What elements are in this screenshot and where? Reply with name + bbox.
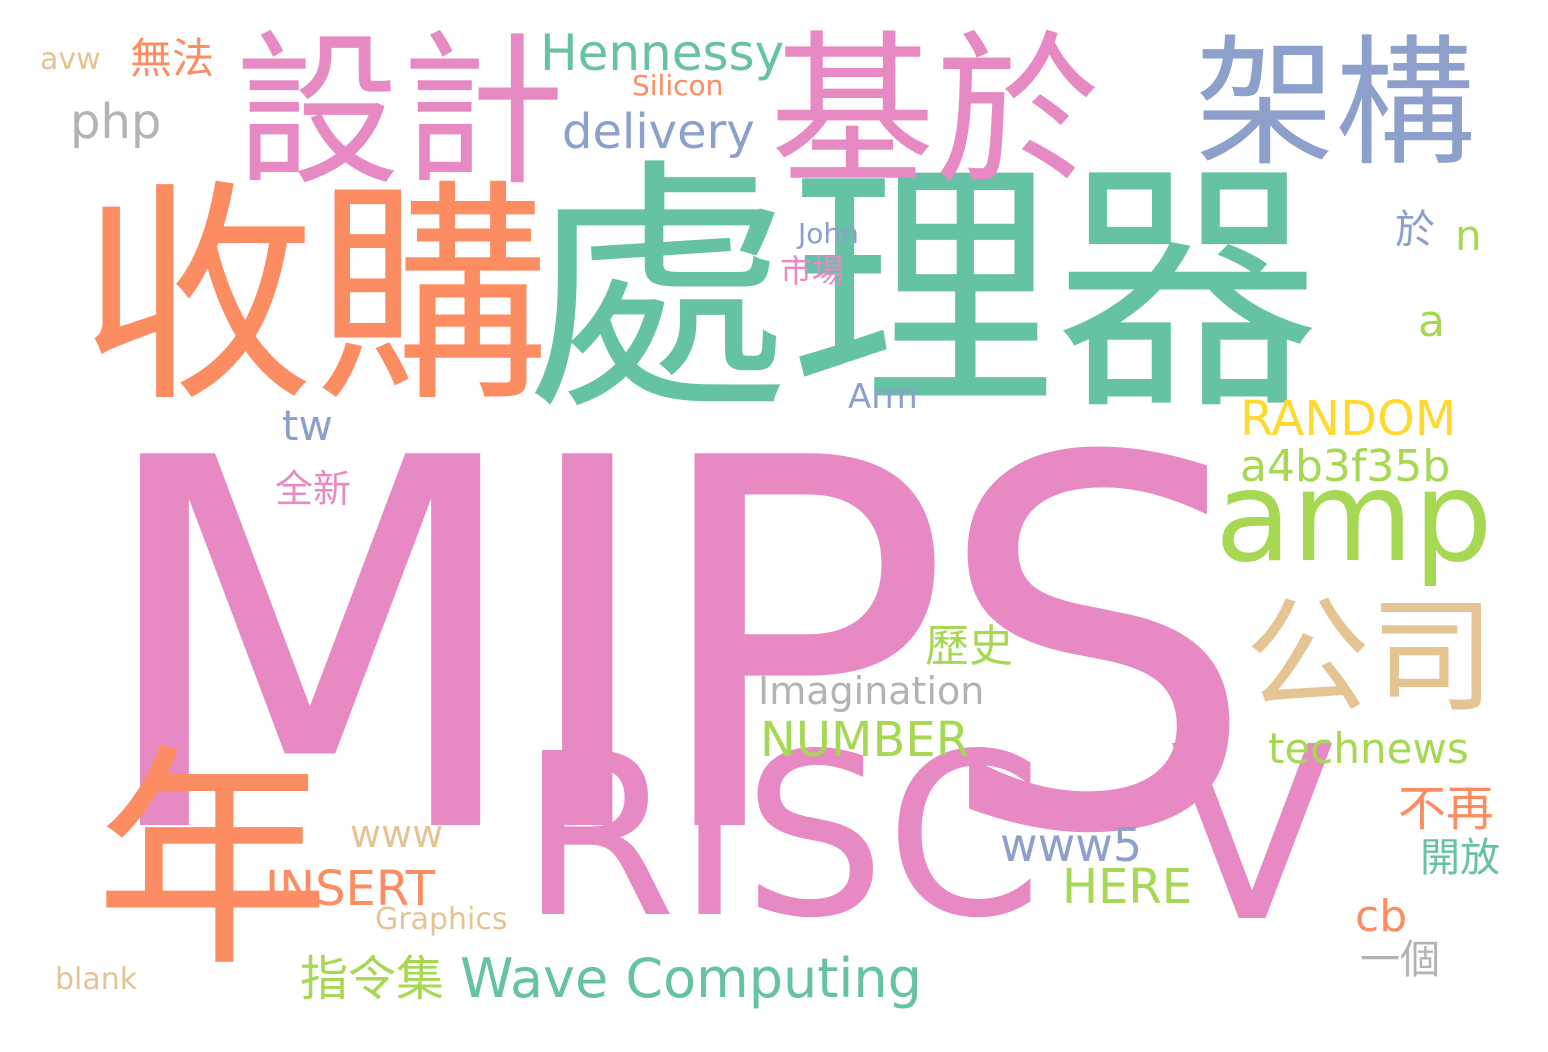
word-open: 開放 <box>1420 835 1500 881</box>
word-www: www <box>350 812 444 856</box>
word-technews: technews <box>1268 724 1469 773</box>
word-number: NUMBER <box>760 712 970 768</box>
word-based-on: 基於 <box>770 16 1100 208</box>
word-cannot: 無法 <box>130 34 215 83</box>
word-n: n <box>1455 211 1482 260</box>
word-history: 歷史 <box>925 621 1013 672</box>
word-tw: tw <box>282 401 333 450</box>
word-arm: Arm <box>848 377 918 417</box>
word-cloud: MIPS 處理器 收購 RISC V 年 基於 設計 架構 公司 amp Hen… <box>0 0 1548 1052</box>
word-company: 公司 <box>1245 585 1495 730</box>
word-architecture: 架構 <box>1195 23 1476 186</box>
word-cb: cb <box>1355 891 1408 942</box>
word-john: John <box>798 217 859 250</box>
word-a: a <box>1418 296 1445 347</box>
word-delivery: delivery <box>562 104 755 160</box>
word-graphics: Graphics <box>375 902 508 937</box>
word-imagination: Imagination <box>758 669 985 713</box>
word-blank: blank <box>55 962 138 997</box>
word-avw: avw <box>40 42 101 77</box>
word-one: 一個 <box>1360 937 1440 983</box>
word-random: RANDOM <box>1240 391 1457 447</box>
word-acquisition: 收購 <box>80 161 550 434</box>
word-market: 市場 <box>780 252 845 290</box>
word-silicon: Silicon <box>632 69 724 102</box>
word-a4b3f35b: a4b3f35b <box>1240 441 1451 492</box>
word-brand-new: 全新 <box>275 467 352 511</box>
word-instruction-set: 指令集 <box>300 951 445 1007</box>
word-wave-computing: Wave Computing <box>460 947 922 1010</box>
word-php: php <box>70 94 162 150</box>
word-no-longer: 不再 <box>1398 781 1495 837</box>
word-design: 設計 <box>235 16 565 208</box>
word-at: 於 <box>1395 207 1435 253</box>
word-www5: www5 <box>1000 818 1143 872</box>
